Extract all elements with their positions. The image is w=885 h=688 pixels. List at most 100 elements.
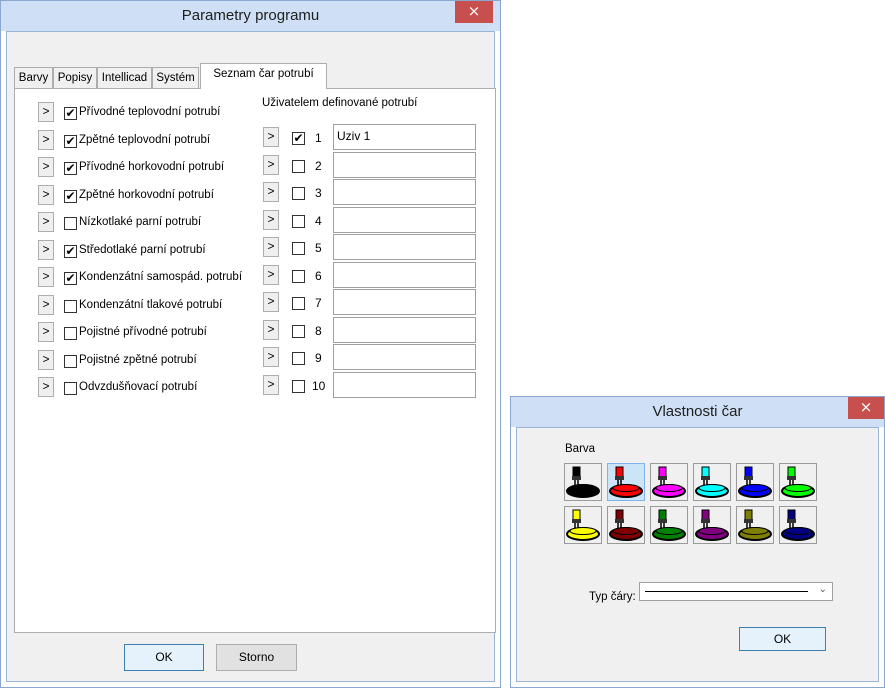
user-pipe-checkbox[interactable] — [292, 187, 305, 200]
user-pipe-name-field[interactable] — [333, 234, 476, 260]
pipe-detail-button[interactable]: > — [38, 267, 54, 287]
pipe-detail-button[interactable]: > — [38, 129, 54, 150]
user-pipe-checkbox[interactable] — [292, 352, 305, 365]
pipe-label: Pojistné zpětné potrubí — [79, 353, 197, 366]
user-pipe-detail-button[interactable]: > — [263, 319, 279, 340]
user-section-title: Uživatelem definované potrubí — [262, 97, 418, 109]
user-pipe-number: 6 — [315, 268, 322, 283]
pipe-checkbox[interactable]: ✔ — [64, 244, 77, 258]
user-pipe-name-field[interactable] — [333, 316, 476, 343]
pipe-label: Nízkotlaké parní potrubí — [79, 216, 202, 228]
close-icon[interactable]: × — [455, 1, 493, 23]
color-swatch-cyan[interactable] — [693, 463, 731, 501]
user-pipe-detail-button[interactable]: > — [263, 264, 279, 285]
color-swatch-dark-green[interactable] — [650, 506, 688, 544]
user-pipe-number: 7 — [315, 296, 322, 310]
user-pipe-name-field[interactable] — [333, 261, 476, 288]
pipe-label: Pojistné přívodné potrubí — [79, 326, 207, 338]
line-type-select[interactable]: ⌄ — [639, 582, 833, 601]
paint-pot-icon — [566, 466, 600, 498]
tab-panel: Uživatelem definované potrubí > ✔ Přívodné… — [14, 88, 496, 633]
color-swatch-dark-red[interactable] — [607, 506, 645, 544]
pipe-detail-button[interactable]: > — [38, 212, 54, 232]
pipe-checkbox[interactable]: ✔ — [64, 189, 77, 203]
user-pipe-number: 5 — [315, 241, 322, 255]
tab-barvy[interactable]: Barvy — [14, 67, 53, 88]
pipe-checkbox[interactable]: ✔ — [64, 107, 77, 120]
pipe-detail-button[interactable]: > — [38, 239, 54, 260]
user-pipe-checkbox[interactable] — [292, 379, 305, 393]
pipe-checkbox[interactable] — [64, 327, 77, 340]
color-swatch-purple[interactable] — [693, 506, 731, 544]
user-pipe-checkbox[interactable] — [292, 269, 305, 283]
pipe-label: Zpětné teplovodní potrubí — [79, 133, 211, 146]
pipe-label: Odvzdušňovací potrubí — [79, 381, 198, 393]
paint-pot-icon — [781, 466, 815, 498]
color-swatch-black[interactable] — [564, 463, 602, 501]
tab-popisy[interactable]: Popisy — [53, 67, 97, 88]
user-pipe-checkbox[interactable] — [292, 324, 305, 338]
pipe-label: Zpětné horkovodní potrubí — [79, 188, 214, 201]
user-pipe-name-field[interactable] — [333, 179, 476, 205]
cancel-button[interactable]: Storno — [216, 644, 297, 671]
pipe-checkbox[interactable] — [64, 382, 77, 395]
user-pipe-checkbox[interactable] — [292, 297, 305, 310]
user-pipe-checkbox[interactable]: ✔ — [292, 132, 305, 145]
user-pipe-name-field[interactable]: Uziv 1 — [333, 124, 476, 150]
user-pipe-checkbox[interactable] — [292, 159, 305, 173]
chevron-down-icon: ⌄ — [818, 584, 827, 595]
pipe-detail-button[interactable]: > — [38, 102, 54, 122]
pipe-checkbox[interactable] — [64, 354, 77, 368]
color-swatch-magenta[interactable] — [650, 463, 688, 501]
user-pipe-detail-button[interactable]: > — [263, 374, 279, 395]
tab-intellicad[interactable]: Intellicad — [97, 67, 152, 88]
line-properties-dialog: Vlastnosti čar × Barva Typ čáry: ⌄ OK — [510, 396, 885, 688]
user-pipe-checkbox[interactable] — [292, 242, 305, 255]
ok-button[interactable]: OK — [124, 644, 204, 671]
pipe-detail-button[interactable]: > — [38, 349, 54, 370]
pipe-checkbox[interactable]: ✔ — [64, 134, 77, 148]
user-pipe-detail-button[interactable]: > — [263, 292, 279, 312]
paint-pot-icon — [566, 509, 600, 541]
pipe-detail-button[interactable]: > — [38, 377, 54, 397]
pipe-detail-button[interactable]: > — [38, 184, 54, 205]
user-pipe-number: 10 — [312, 378, 326, 393]
user-pipe-name-field[interactable] — [333, 289, 476, 315]
user-pipe-detail-button[interactable]: > — [263, 154, 279, 175]
user-pipe-checkbox[interactable] — [292, 214, 305, 228]
pipe-detail-button[interactable]: > — [38, 294, 54, 315]
color-swatch-olive[interactable] — [736, 506, 774, 544]
user-pipe-number: 3 — [315, 186, 322, 200]
user-pipe-detail-button[interactable]: > — [263, 127, 279, 147]
user-pipe-name-field[interactable] — [333, 344, 476, 370]
user-pipe-number: 2 — [315, 158, 322, 173]
main-window: Parametry programu × Barvy Popisy Intell… — [0, 0, 501, 688]
pipe-checkbox[interactable]: ✔ — [64, 162, 77, 175]
user-pipe-name-field[interactable] — [333, 206, 476, 233]
pipe-checkbox[interactable]: ✔ — [64, 272, 77, 285]
user-pipe-detail-button[interactable]: > — [263, 237, 279, 257]
color-swatch-blue[interactable] — [736, 463, 774, 501]
color-swatch-green[interactable] — [779, 463, 817, 501]
color-swatch-red[interactable] — [607, 463, 645, 501]
tab-seznam-car-potrubi[interactable]: Seznam čar potrubí — [200, 63, 327, 89]
user-pipe-name-field[interactable] — [333, 371, 476, 398]
color-swatch-yellow[interactable] — [564, 506, 602, 544]
user-pipe-detail-button[interactable]: > — [263, 182, 279, 202]
user-pipe-detail-button[interactable]: > — [263, 347, 279, 367]
dialog-title: Vlastnosti čar — [652, 403, 743, 420]
pipe-label: Středotlaké parní potrubí — [79, 243, 206, 256]
pipe-checkbox[interactable] — [64, 299, 77, 313]
color-swatch-navy[interactable] — [779, 506, 817, 544]
dialog-ok-button[interactable]: OK — [739, 627, 826, 651]
tab-system[interactable]: Systém — [152, 67, 199, 88]
pipe-detail-button[interactable]: > — [38, 322, 54, 342]
pipe-checkbox[interactable] — [64, 217, 77, 230]
user-pipe-name-field[interactable] — [333, 151, 476, 178]
close-icon[interactable]: × — [848, 397, 884, 419]
user-pipe-detail-button[interactable]: > — [263, 209, 279, 230]
pipe-detail-button[interactable]: > — [38, 157, 54, 177]
user-pipe-number: 9 — [315, 351, 322, 365]
paint-pot-icon — [738, 509, 772, 541]
line-type-preview — [645, 591, 808, 592]
